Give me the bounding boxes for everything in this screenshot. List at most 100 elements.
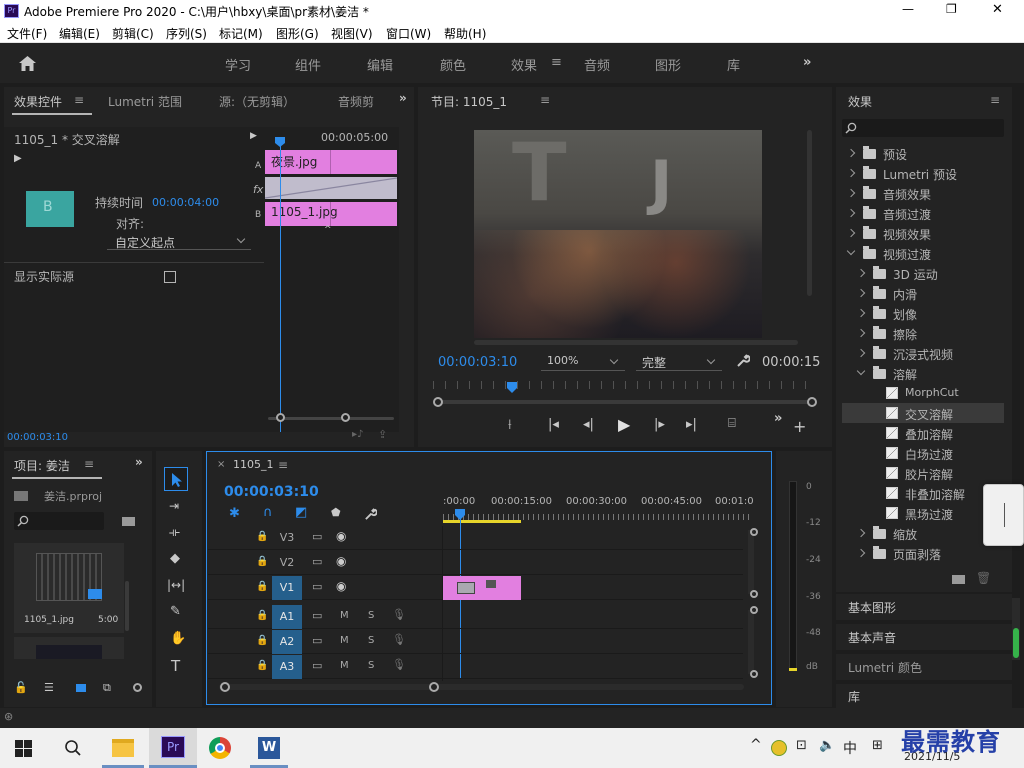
scroll-handle[interactable] — [750, 590, 758, 598]
lock-icon[interactable]: 🔒 — [256, 610, 268, 621]
lock-icon[interactable]: 🔓 — [14, 681, 28, 694]
workspace-graphics[interactable]: 图形 — [655, 55, 681, 74]
restore-button[interactable]: ❐ — [946, 2, 957, 16]
menu-clip[interactable]: 剪辑(C) — [112, 25, 154, 42]
microphone-icon[interactable]: 🎙 — [392, 608, 406, 621]
step-forward-icon[interactable]: |▸ — [654, 417, 665, 432]
chevron-right-icon[interactable] — [856, 268, 866, 278]
solo-button[interactable]: S — [368, 660, 374, 671]
panel-menu-icon[interactable]: ≡ — [990, 93, 1000, 107]
lift-icon[interactable]: ⌸ — [728, 416, 736, 431]
lumetri-color-panel[interactable]: Lumetri 颜色 — [836, 654, 1012, 680]
go-to-out-icon[interactable]: ▸| — [686, 417, 697, 432]
menu-help[interactable]: 帮助(H) — [444, 25, 486, 42]
microphone-icon[interactable]: 🎙 — [392, 658, 406, 671]
windows-start-icon[interactable] — [15, 740, 32, 757]
effects-folder[interactable]: Lumetri 预设 — [842, 163, 1004, 183]
effects-folder[interactable]: 溶解 — [842, 363, 1004, 383]
effect-item[interactable]: 黑场过渡 — [842, 503, 1004, 523]
mini-scrollbar[interactable] — [268, 417, 394, 420]
panel-menu-icon[interactable]: ≡ — [540, 93, 550, 107]
network-icon[interactable]: ⊡ — [796, 738, 807, 753]
menu-window[interactable]: 窗口(W) — [386, 25, 431, 42]
hand-tool-icon[interactable]: ✋ — [170, 631, 186, 646]
effects-folder[interactable]: 视频效果 — [842, 223, 1004, 243]
chrome-icon[interactable] — [209, 737, 231, 759]
add-button-icon[interactable]: + — [793, 417, 806, 436]
tray-app-icon[interactable] — [771, 740, 787, 756]
chevron-right-icon[interactable] — [856, 348, 866, 358]
panel-menu-icon[interactable]: ≡ — [84, 457, 94, 471]
quality-dropdown[interactable]: 完整 — [636, 353, 722, 371]
workspace-effects[interactable]: 效果 — [511, 55, 537, 74]
tray-expand-icon[interactable]: ^ — [750, 737, 762, 753]
timeline-timecode[interactable]: 00:00:03:10 — [224, 484, 319, 500]
hscroll-handle-right[interactable] — [429, 682, 439, 692]
sync-lock-icon[interactable]: ▭ — [312, 580, 322, 593]
essential-sound-panel[interactable]: 基本声音 — [836, 624, 1012, 650]
word-icon[interactable]: W — [258, 737, 280, 759]
track-name[interactable]: V3 — [272, 531, 302, 551]
step-back-icon[interactable]: ◂| — [583, 417, 594, 432]
clip-thumbnail[interactable]: 1105_1.jpg 5:00 — [14, 543, 124, 633]
more-tabs-icon[interactable]: » — [135, 455, 143, 469]
zoom-dropdown[interactable]: 100% — [541, 353, 625, 371]
slip-tool-icon[interactable]: |↔| — [167, 578, 185, 592]
eye-icon[interactable]: ◉ — [336, 554, 346, 568]
linked-selection-icon[interactable]: ◩ — [295, 505, 307, 520]
libraries-panel[interactable]: 库 — [836, 684, 1012, 708]
show-source-checkbox[interactable] — [164, 271, 176, 283]
freeform-view-icon[interactable]: ⧉ — [103, 681, 111, 695]
timeline-ruler[interactable]: :00:00 00:00:15:00 00:00:30:00 00:00:45:… — [443, 494, 754, 524]
chevron-right-icon[interactable] — [856, 528, 866, 538]
sync-lock-icon[interactable]: ▭ — [312, 555, 322, 568]
menu-graphics[interactable]: 图形(G) — [276, 25, 319, 42]
transition-track[interactable] — [265, 177, 397, 199]
new-bin-search-icon[interactable] — [122, 517, 135, 526]
go-to-in-icon[interactable]: |◂ — [548, 417, 559, 432]
work-area-bar[interactable] — [443, 520, 521, 523]
effect-item[interactable]: 胶片溶解 — [842, 463, 1004, 483]
effects-folder[interactable]: 预设 — [842, 143, 1004, 163]
sync-lock-icon[interactable]: ▭ — [312, 530, 322, 543]
sequence-tab[interactable]: 1105_1 — [233, 458, 274, 471]
program-current-time[interactable]: 00:00:03:10 — [438, 355, 517, 370]
timeline-vscroll-bottom[interactable] — [748, 610, 754, 674]
effect-item[interactable]: 叠加溶解 — [842, 423, 1004, 443]
workspace-menu-icon[interactable]: ≡ — [551, 55, 562, 70]
monitor-playhead-icon[interactable] — [507, 382, 517, 393]
effect-item[interactable]: 非叠加溶解 — [842, 483, 1004, 503]
effects-folder[interactable]: 划像 — [842, 303, 1004, 323]
effects-folder[interactable]: 音频过渡 — [842, 203, 1004, 223]
chevron-right-icon[interactable] — [846, 208, 856, 218]
effects-folder[interactable]: 3D 运动 — [842, 263, 1004, 283]
duration-value[interactable]: 00:00:04:00 — [152, 196, 219, 209]
menu-sequence[interactable]: 序列(S) — [166, 25, 207, 42]
zoom-handle-right[interactable] — [807, 397, 817, 407]
mini-scroll-handle-right[interactable] — [341, 413, 350, 422]
monitor-zoom-bar[interactable] — [438, 400, 812, 404]
mini-scroll-handle-left[interactable] — [276, 413, 285, 422]
mute-button[interactable]: M — [340, 635, 349, 646]
home-icon[interactable] — [19, 56, 36, 71]
ime-mode-icon[interactable]: ⊞ — [872, 738, 883, 753]
monitor-hscroll[interactable] — [474, 340, 798, 345]
more-workspaces-icon[interactable]: » — [803, 55, 811, 70]
minimize-button[interactable]: — — [902, 2, 914, 16]
scroll-handle[interactable] — [750, 528, 758, 536]
clip-a[interactable]: 夜景.jpg — [265, 150, 397, 174]
mute-button[interactable]: M — [340, 660, 349, 671]
transition-marker[interactable] — [457, 582, 475, 594]
effects-folder[interactable]: 页面剥落 — [842, 543, 1004, 563]
ripple-edit-tool-icon[interactable]: ⟛ — [169, 525, 180, 540]
search-icon[interactable] — [64, 739, 82, 757]
snap-icon[interactable]: ∩ — [263, 505, 273, 520]
chevron-right-icon[interactable] — [856, 308, 866, 318]
chevron-right-icon[interactable] — [846, 148, 856, 158]
effect-controls-current-time[interactable]: 00:00:03:10 — [7, 432, 68, 443]
track-name[interactable]: A1 — [272, 605, 302, 629]
effects-search[interactable] — [842, 119, 1004, 137]
project-search[interactable] — [14, 512, 104, 530]
chevron-right-icon[interactable] — [856, 328, 866, 338]
effects-panel-title[interactable]: 效果 — [848, 93, 872, 110]
